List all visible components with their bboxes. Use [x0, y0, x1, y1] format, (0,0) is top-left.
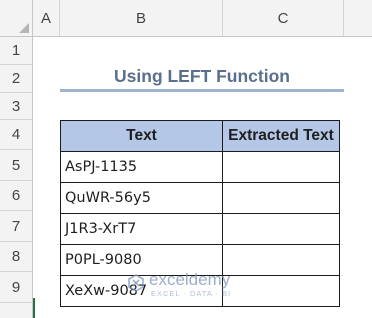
cell-extracted[interactable] [222, 182, 340, 214]
sheet-title: Using LEFT Function [114, 66, 290, 86]
row-header-9[interactable]: 9 [0, 272, 33, 303]
table-row: XeXw-9087 [60, 275, 340, 307]
header-text[interactable]: Text [60, 120, 223, 152]
row-header-1[interactable]: 1 [0, 37, 33, 65]
column-a-cells[interactable] [33, 37, 60, 318]
cell-text[interactable]: QuWR-56y5 [60, 182, 223, 214]
cell-extracted[interactable] [222, 244, 340, 276]
column-header-b[interactable]: B [60, 0, 223, 37]
header-extracted-text[interactable]: Extracted Text [222, 120, 340, 152]
row-header-5[interactable]: 5 [0, 150, 33, 181]
title-underline [60, 89, 344, 92]
data-table: Text Extracted Text AsPJ-1135 QuWR-56y5 … [60, 120, 340, 307]
column-header-next[interactable] [344, 0, 372, 37]
table-row: P0PL-9080 [60, 244, 340, 276]
select-all-corner[interactable] [0, 0, 33, 37]
row-header-6[interactable]: 6 [0, 181, 33, 211]
select-all-triangle-icon [19, 23, 29, 33]
row-header-10[interactable] [0, 303, 33, 318]
row-header-7[interactable]: 7 [0, 211, 33, 242]
cell-text[interactable]: AsPJ-1135 [60, 151, 223, 183]
row-header-8[interactable]: 8 [0, 242, 33, 272]
table-row: J1R3-XrT7 [60, 213, 340, 245]
cell-text[interactable]: J1R3-XrT7 [60, 213, 223, 245]
spreadsheet: A B C 1 2 3 4 5 6 7 8 9 Using LEFT Funct… [0, 0, 372, 318]
row-header-2[interactable]: 2 [0, 65, 33, 93]
column-header-a[interactable]: A [33, 0, 60, 37]
cell-text[interactable]: XeXw-9087 [60, 275, 223, 307]
table-row: AsPJ-1135 [60, 151, 340, 183]
cell-text[interactable]: P0PL-9080 [60, 244, 223, 276]
cell-extracted[interactable] [222, 151, 340, 183]
table-header-row: Text Extracted Text [60, 120, 340, 152]
active-cell-indicator [33, 298, 35, 318]
table-row: QuWR-56y5 [60, 182, 340, 214]
column-header-c[interactable]: C [223, 0, 344, 37]
cell-extracted[interactable] [222, 213, 340, 245]
cell-extracted[interactable] [222, 275, 340, 307]
row-header-4[interactable]: 4 [0, 120, 33, 150]
row-header-3[interactable]: 3 [0, 93, 33, 120]
